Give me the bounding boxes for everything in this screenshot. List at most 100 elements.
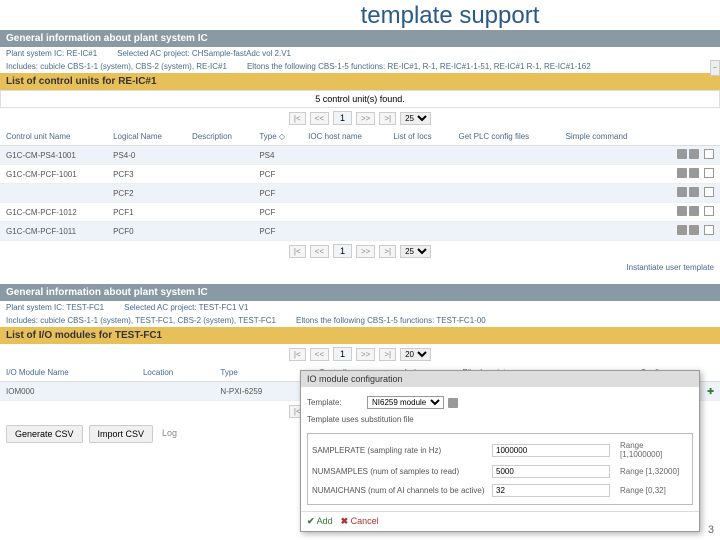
panel2-plant-system: Plant system IC: TEST-FC1 <box>6 303 104 312</box>
col-name[interactable]: Control unit Name <box>0 128 107 146</box>
cu-type-cell: PS4 <box>253 146 302 165</box>
param-label: SAMPLERATE (sampling rate in Hz) <box>312 446 492 455</box>
collapse-button[interactable]: − <box>710 60 720 76</box>
pager-first-button[interactable]: |< <box>289 112 306 125</box>
col-location[interactable]: Location <box>137 364 214 382</box>
pager-last-button[interactable]: >| <box>379 245 396 258</box>
pager-prev-button[interactable]: << <box>310 348 329 361</box>
template-select[interactable]: NI6259 module <box>367 396 444 409</box>
control-units-table: Control unit Name Logical Name Descripti… <box>0 128 720 241</box>
param-range: Range [1,1000000] <box>610 441 688 459</box>
row-action-icon[interactable] <box>677 206 687 216</box>
pager-next-button[interactable]: >> <box>356 348 375 361</box>
panel1-project: Selected AC project: CHSample-fastAdc vo… <box>117 49 291 58</box>
row-action-icon[interactable] <box>677 187 687 197</box>
panel1-info-line2: Includes: cubicle CBS-1-1 (system), CBS-… <box>0 60 720 73</box>
pager-page: 1 <box>333 111 352 125</box>
table-row: G1C-CM-PCF-1011PCF0PCF <box>0 222 720 241</box>
cu-logical-cell: PS4-0 <box>107 146 186 165</box>
cu-logical-cell: PCF1 <box>107 203 186 222</box>
cu-name-cell <box>0 184 107 203</box>
row-action-icon[interactable] <box>677 168 687 178</box>
col-io-type[interactable]: Type <box>214 364 313 382</box>
row-action-icon[interactable] <box>677 149 687 159</box>
param-input[interactable] <box>492 465 610 478</box>
col-type[interactable]: Type ◇ <box>253 128 302 146</box>
param-range: Range [0,32] <box>610 486 688 495</box>
col-desc[interactable]: Description <box>186 128 253 146</box>
col-plc[interactable]: Get PLC config files <box>452 128 559 146</box>
row-checkbox[interactable] <box>704 168 714 178</box>
cu-name-cell: G1C-CM-PCF-1012 <box>0 203 107 222</box>
generate-csv-button[interactable]: Generate CSV <box>6 425 83 443</box>
panel1-header: General information about plant system I… <box>0 30 720 47</box>
instantiate-link[interactable]: Instantiate user template <box>0 261 720 274</box>
panel1-includes: Includes: cubicle CBS-1-1 (system), CBS-… <box>6 62 227 71</box>
pager-first-button[interactable]: |< <box>289 348 306 361</box>
cu-logical-cell: PCF3 <box>107 165 186 184</box>
panel1-info-line1: Plant system IC: RE-IC#1 Selected AC pro… <box>0 47 720 60</box>
param-input[interactable] <box>492 484 610 497</box>
table-row: G1C-CM-PCF-1001PCF3 PCF <box>0 165 720 184</box>
col-cmd[interactable]: Simple command <box>560 128 656 146</box>
col-logical[interactable]: Logical Name <box>107 128 186 146</box>
template-action-icon[interactable] <box>448 398 458 408</box>
cancel-button[interactable]: ✖ Cancel <box>341 516 379 527</box>
param-input[interactable] <box>492 444 610 457</box>
pager-page: 1 <box>333 244 352 258</box>
panel1-pager-top: |< << 1 >> >| 25 <box>0 108 720 128</box>
panel2-project: Selected AC project: TEST-FC1 V1 <box>124 303 248 312</box>
pager-first-button[interactable]: |< <box>289 245 306 258</box>
row-checkbox[interactable] <box>704 149 714 159</box>
pager-size-select[interactable]: 25 <box>400 112 431 125</box>
pager-size-select[interactable]: 20 <box>400 348 431 361</box>
cu-name-cell: G1C-CM-PCF-1011 <box>0 222 107 241</box>
row-checkbox[interactable] <box>704 187 714 197</box>
dialog-header: IO module configuration <box>301 371 699 387</box>
panel2-functions: Eltons the following CBS-1-5 functions: … <box>296 316 486 325</box>
io-name-cell: IOM000 <box>0 382 137 401</box>
panel1-list-header: List of control units for RE-IC#1 <box>0 73 720 90</box>
slide-number: 3 <box>708 524 714 536</box>
panel1-count: 5 control unit(s) found. <box>0 90 720 108</box>
pager-last-button[interactable]: >| <box>379 112 396 125</box>
cu-logical-cell: PCF2 <box>107 184 186 203</box>
row-action-icon[interactable] <box>689 149 699 159</box>
add-button[interactable]: ✔ Add <box>307 516 333 527</box>
param-label: NUMSAMPLES (num of samples to read) <box>312 467 492 476</box>
page-title: template support <box>0 0 720 30</box>
table-row: G1C-CM-PS4-1001PS4-0PS4 <box>0 146 720 165</box>
param-range: Range [1,32000] <box>610 467 688 476</box>
cu-type-cell: PCF <box>253 203 302 222</box>
row-action-icon[interactable] <box>689 225 699 235</box>
io-type-cell: N-PXI-6259 <box>214 382 313 401</box>
row-action-icon[interactable] <box>689 206 699 216</box>
pager-next-button[interactable]: >> <box>356 112 375 125</box>
col-io-name[interactable]: I/O Module Name <box>0 364 137 382</box>
row-checkbox[interactable] <box>704 225 714 235</box>
col-iocs[interactable]: List of Iocs <box>387 128 452 146</box>
panel2-info-line2: Includes: cubicle CBS-1-1 (system), TEST… <box>0 314 720 327</box>
pager-last-button[interactable]: >| <box>379 348 396 361</box>
col-host[interactable]: IOC host name <box>302 128 387 146</box>
substitution-label: Template uses substitution file <box>307 415 487 424</box>
pager-size-select[interactable]: 25 <box>400 245 431 258</box>
log-link[interactable]: Log <box>159 425 180 443</box>
pager-page: 1 <box>333 347 352 361</box>
row-action-icon[interactable] <box>689 168 699 178</box>
pager-next-button[interactable]: >> <box>356 245 375 258</box>
cu-name-cell: G1C-CM-PCF-1001 <box>0 165 107 184</box>
cu-logical-cell: PCF0 <box>107 222 186 241</box>
cu-type-cell: PCF <box>253 165 302 184</box>
configure-add-icon[interactable]: ✚ <box>707 387 714 396</box>
import-csv-button[interactable]: Import CSV <box>89 425 154 443</box>
panel2-includes: Includes: cubicle CBS-1-1 (system), TEST… <box>6 316 276 325</box>
row-action-icon[interactable] <box>689 187 699 197</box>
row-action-icon[interactable] <box>677 225 687 235</box>
param-label: NUMAICHANS (num of AI channels to be act… <box>312 486 492 495</box>
table-row: G1C-CM-PCF-1012PCF1 PCF <box>0 203 720 222</box>
row-checkbox[interactable] <box>704 206 714 216</box>
io-config-dialog: IO module configuration Template: NI6259… <box>300 370 700 532</box>
pager-prev-button[interactable]: << <box>310 245 329 258</box>
pager-prev-button[interactable]: << <box>310 112 329 125</box>
